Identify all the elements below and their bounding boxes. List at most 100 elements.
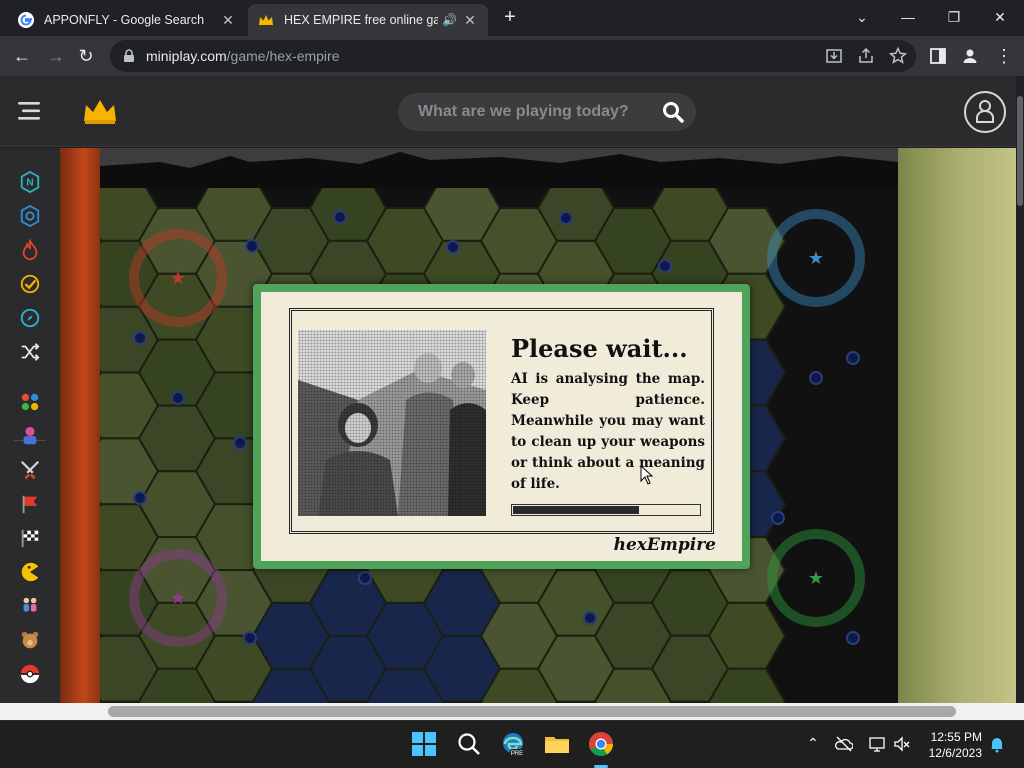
- install-icon[interactable]: [824, 46, 844, 66]
- dialog-paper: Please wait... AI is analysing the map. …: [261, 292, 742, 561]
- reload-icon[interactable]: ↻: [72, 42, 100, 70]
- town-marker[interactable]: [846, 351, 860, 365]
- share-icon[interactable]: [856, 46, 876, 66]
- town-marker[interactable]: [559, 211, 573, 225]
- svg-text:N: N: [26, 178, 33, 189]
- browser-toolbar: ← → ↻ miniplay.com/game/hex-empire ⋮: [0, 36, 1024, 76]
- town-marker[interactable]: [133, 331, 147, 345]
- close-icon[interactable]: ✕: [462, 12, 478, 29]
- miniplay-logo-crown-icon[interactable]: [82, 97, 118, 125]
- town-marker[interactable]: [658, 259, 672, 273]
- horizontal-scroll-thumb[interactable]: [108, 706, 956, 717]
- soldiers-photo: [298, 330, 486, 516]
- teddy-icon[interactable]: [18, 628, 42, 652]
- pokeball-icon[interactable]: [18, 662, 42, 686]
- address-bar[interactable]: miniplay.com/game/hex-empire: [110, 40, 916, 72]
- notification-bell-icon[interactable]: [988, 735, 1006, 753]
- horizontal-scrollbar[interactable]: [0, 703, 1024, 720]
- progress-fill: [513, 506, 640, 514]
- new-tab-button[interactable]: +: [498, 6, 522, 30]
- flag-icon[interactable]: [18, 492, 42, 516]
- tab-hex-empire[interactable]: HEX EMPIRE free online game 🔊 ✕: [248, 4, 488, 36]
- compass-icon[interactable]: [18, 306, 42, 330]
- dialog-frame: Please wait... AI is analysing the map. …: [289, 308, 714, 534]
- check-icon[interactable]: [18, 272, 42, 296]
- url-path: /game/hex-empire: [226, 48, 340, 64]
- pacman-icon[interactable]: [18, 560, 42, 584]
- town-marker[interactable]: [171, 391, 185, 405]
- town-marker[interactable]: [245, 239, 259, 253]
- star-bookmark-icon[interactable]: [888, 46, 908, 66]
- category-sidebar: N: [0, 148, 60, 703]
- clock-time: 12:55 PM: [930, 730, 982, 744]
- browser-tab-bar: APPONFLY - Google Search ✕ HEX EMPIRE fr…: [0, 0, 1024, 36]
- back-arrow-icon[interactable]: ←: [8, 42, 36, 70]
- town-marker[interactable]: [243, 631, 257, 645]
- brawler-icon[interactable]: [18, 424, 42, 448]
- town-marker[interactable]: [583, 611, 597, 625]
- mouse-cursor-icon: [640, 465, 654, 485]
- tab-title: HEX EMPIRE free online game: [284, 13, 438, 27]
- kebab-menu-icon[interactable]: ⋮: [990, 42, 1018, 70]
- system-clock[interactable]: 12:55 PM 12/6/2023: [918, 729, 982, 761]
- red-capital-star-icon[interactable]: ★: [170, 268, 186, 289]
- crown-icon: [259, 15, 273, 25]
- restore-icon[interactable]: ❐: [934, 4, 974, 30]
- town-marker[interactable]: [358, 571, 372, 585]
- town-marker[interactable]: [333, 210, 347, 224]
- blue-capital-star-icon[interactable]: ★: [808, 248, 824, 269]
- town-marker[interactable]: [809, 371, 823, 385]
- close-window-icon[interactable]: ✕: [980, 4, 1020, 30]
- forward-arrow-icon[interactable]: →: [42, 42, 70, 70]
- hamburger-menu-icon[interactable]: [18, 100, 42, 122]
- vertical-scroll-thumb[interactable]: [1017, 96, 1023, 206]
- ai-progress-bar: [511, 504, 701, 516]
- onedrive-offline-icon[interactable]: [835, 735, 853, 753]
- purple-capital-star-icon[interactable]: ★: [170, 588, 186, 609]
- fire-icon[interactable]: [18, 238, 42, 262]
- dots-icon[interactable]: [18, 390, 42, 414]
- town-marker[interactable]: [446, 240, 460, 254]
- chevron-up-icon[interactable]: ⌃: [804, 735, 822, 753]
- swords-icon[interactable]: [18, 458, 42, 482]
- search-icon[interactable]: [456, 731, 482, 757]
- volume-muted-icon[interactable]: [893, 735, 911, 753]
- kids-icon[interactable]: [18, 594, 42, 618]
- tab-title: APPONFLY - Google Search: [44, 13, 205, 27]
- svg-text:PRE: PRE: [511, 751, 523, 757]
- file-explorer-icon[interactable]: [544, 731, 570, 757]
- green-capital-star-icon[interactable]: ★: [808, 568, 824, 589]
- game-search-box[interactable]: [398, 93, 696, 131]
- close-icon[interactable]: ✕: [220, 12, 236, 29]
- game-side-art-right: [898, 148, 1016, 703]
- speaker-icon[interactable]: 🔊: [442, 13, 458, 27]
- url-host: miniplay.com: [146, 48, 227, 64]
- racing-flag-icon[interactable]: [18, 526, 42, 550]
- town-marker[interactable]: [233, 436, 247, 450]
- town-marker[interactable]: [133, 491, 147, 505]
- site-header: [0, 76, 1016, 147]
- hex-empire-logo: hexEmpire: [613, 535, 716, 555]
- town-marker[interactable]: [771, 511, 785, 525]
- dialog-message: AI is analysing the map. Keep patience. …: [511, 371, 705, 492]
- clock-date: 12/6/2023: [928, 746, 982, 760]
- tab-google-search[interactable]: APPONFLY - Google Search ✕: [8, 4, 246, 36]
- edge-beta-icon[interactable]: PRE: [500, 731, 526, 757]
- shuffle-icon[interactable]: [18, 340, 42, 364]
- user-icon: [976, 100, 994, 123]
- hex-icon[interactable]: [18, 204, 42, 228]
- network-icon[interactable]: [868, 735, 886, 753]
- chrome-icon[interactable]: [588, 731, 614, 757]
- game-search-input[interactable]: [418, 103, 648, 121]
- minimize-icon[interactable]: —: [888, 4, 928, 30]
- user-account-button[interactable]: [964, 91, 1006, 133]
- side-panel-icon[interactable]: [928, 46, 948, 66]
- windows-start-icon[interactable]: [411, 731, 437, 757]
- tab-search-chevron-icon[interactable]: ⌄: [842, 4, 882, 30]
- search-icon[interactable]: [662, 101, 684, 123]
- news-icon[interactable]: N: [18, 170, 42, 194]
- vertical-scrollbar[interactable]: [1016, 76, 1024, 703]
- profile-icon[interactable]: [960, 46, 980, 66]
- town-marker[interactable]: [846, 631, 860, 645]
- lock-icon: [124, 49, 134, 62]
